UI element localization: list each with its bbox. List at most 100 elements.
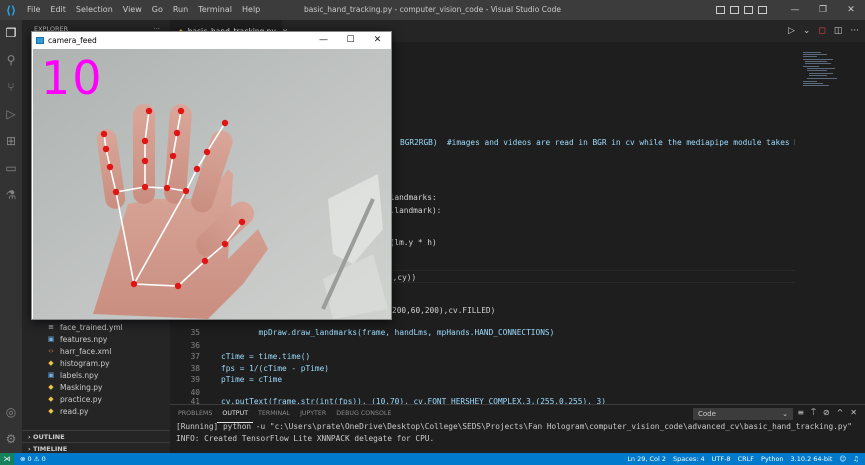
close-panel-icon[interactable]: ✕ [850, 408, 857, 418]
outline-label: OUTLINE [32, 432, 65, 441]
extensions-icon[interactable]: ⊞ [4, 134, 18, 148]
menu-file[interactable]: File [22, 0, 45, 20]
filter-list-icon[interactable]: ≡ [797, 408, 804, 418]
python-file-icon: ◆ [48, 407, 54, 415]
camera-frame: 10 [33, 49, 391, 319]
file-list: ≡ face_trained.yml ▣ features.npy ‹› harr_f… [22, 321, 170, 417]
file-item[interactable]: ◆ Masking.py [22, 381, 170, 393]
code-line: s.landmark): [385, 204, 441, 217]
file-item[interactable]: ≡ face_trained.yml [22, 321, 170, 333]
outline-section[interactable]: › OUTLINE [22, 430, 170, 442]
code-text: s.landmark): [385, 206, 442, 215]
file-name: practice.py [60, 394, 102, 404]
account-icon[interactable]: ◎ [4, 405, 18, 419]
window-maximize-button[interactable]: ❐ [809, 5, 837, 15]
menu-view[interactable]: View [118, 0, 147, 20]
python-interpreter[interactable]: 3.10.2 64-bit [791, 453, 833, 465]
end-of-line[interactable]: CRLF [738, 453, 754, 465]
menu-go[interactable]: Go [147, 0, 168, 20]
cursor-position[interactable]: Ln 29, Col 2 [627, 453, 666, 465]
status-bar: ⋊ ⊗ 0 ⚠ 0 Ln 29, Col 2 Spaces: 4 UTF-8 C… [0, 453, 865, 465]
xml-file-icon: ‹› [48, 347, 54, 355]
clear-output-icon[interactable]: ⊘ [823, 408, 830, 418]
menu-help[interactable]: Help [237, 0, 265, 20]
code-text: t(lm.y * h) [385, 238, 437, 247]
file-name: Masking.py [60, 382, 103, 392]
file-item[interactable]: ▣ features.npy [22, 333, 170, 345]
window-minimize-button[interactable]: — [781, 5, 809, 15]
run-debug-icon[interactable]: ▷ [4, 107, 18, 121]
camera-window-title: camera_feed [48, 36, 97, 45]
activity-bar: ❐ ⚲ ⑂ ▷ ⊞ ▭ ⚗ ◎ ⚙ [0, 20, 22, 453]
manage-gear-icon[interactable]: ⚙ [4, 432, 18, 446]
file-name: labels.npy [60, 370, 99, 380]
vscode-logo-icon: ⟨⟩ [5, 3, 17, 17]
notifications-bell-icon[interactable]: ♫ [853, 453, 859, 465]
remote-indicator-icon[interactable]: ⋊ [0, 453, 14, 465]
file-item[interactable]: ◆ read.py [22, 405, 170, 417]
camera-window-titlebar[interactable]: camera_feed — ☐ ✕ [32, 32, 391, 49]
tab-jupyter[interactable]: JUPYTER [295, 405, 331, 423]
python-file-icon: ◆ [48, 383, 54, 391]
file-name: read.py [60, 406, 89, 416]
toggle-panel-icon[interactable] [730, 6, 739, 14]
chevron-down-icon[interactable]: ⌄ [803, 26, 811, 36]
code-text: _landmarks: [385, 193, 437, 202]
run-python-file-icon[interactable]: ▷ [788, 26, 795, 36]
menu-bar: File Edit Selection View Go Run Terminal… [22, 0, 265, 20]
remote-explorer-icon[interactable]: ▭ [4, 161, 18, 175]
code-line: x,cy)) [388, 271, 416, 284]
camera-maximize-button[interactable]: ☐ [337, 32, 364, 49]
lock-icon[interactable]: ⍑ [811, 408, 816, 418]
file-item[interactable]: ◆ practice.py [22, 393, 170, 405]
tab-debug-console[interactable]: DEBUG CONSOLE [331, 405, 396, 423]
window-app-icon [36, 37, 44, 44]
source-control-icon[interactable]: ⑂ [4, 80, 18, 94]
code-text: 200,60,200),cv.FILLED) [392, 306, 496, 315]
customize-layout-icon[interactable] [758, 6, 767, 14]
python-file-icon: ◆ [48, 395, 54, 403]
toggle-secondary-sidebar-icon[interactable] [744, 6, 753, 14]
code-line: t(lm.y * h) [385, 236, 437, 249]
encoding[interactable]: UTF-8 [712, 453, 731, 465]
file-item[interactable]: ◆ histogram.py [22, 357, 170, 369]
npy-file-icon: ▣ [47, 335, 55, 343]
indentation[interactable]: Spaces: 4 [673, 453, 705, 465]
language-mode[interactable]: Python [761, 453, 784, 465]
maximize-panel-icon[interactable]: ^ [837, 408, 844, 418]
file-item[interactable]: ‹› harr_face.xml [22, 345, 170, 357]
feedback-icon[interactable]: ☺ [839, 453, 846, 465]
output-channel-select[interactable]: Code ⌄ [693, 408, 793, 420]
chevron-down-icon: ⌄ [782, 410, 788, 418]
window-close-button[interactable]: ✕ [837, 5, 865, 15]
file-name: histogram.py [60, 358, 110, 368]
code-line: BGR2RGB) #images and videos are read in … [400, 136, 808, 149]
explorer-icon[interactable]: ❐ [4, 26, 18, 40]
output-line: INFO: Created TensorFlow Lite XNNPACK de… [176, 434, 435, 443]
code-line: 200,60,200),cv.FILLED) [392, 304, 495, 317]
more-actions-icon[interactable]: ··· [850, 26, 859, 36]
search-icon[interactable]: ⚲ [4, 53, 18, 67]
camera-close-button[interactable]: ✕ [364, 32, 391, 49]
tab-output[interactable]: OUTPUT [217, 406, 254, 423]
menu-edit[interactable]: Edit [45, 0, 71, 20]
problems-count[interactable]: ⊗ 0 ⚠ 0 [20, 453, 46, 465]
title-bar: ⟨⟩ File Edit Selection View Go Run Termi… [0, 0, 865, 20]
menu-run[interactable]: Run [168, 0, 193, 20]
code-line: _landmarks: [385, 191, 437, 204]
testing-icon[interactable]: ⚗ [4, 188, 18, 202]
split-editor-icon[interactable]: ◫ [834, 26, 843, 36]
code-text: x,cy)) [388, 273, 417, 282]
camera-minimize-button[interactable]: — [310, 32, 337, 49]
camera-feed-window[interactable]: camera_feed — ☐ ✕ 10 [31, 31, 392, 320]
file-item[interactable]: ▣ labels.npy [22, 369, 170, 381]
toggle-sidebar-icon[interactable] [716, 6, 725, 14]
menu-selection[interactable]: Selection [71, 0, 118, 20]
menu-terminal[interactable]: Terminal [193, 0, 237, 20]
tab-terminal[interactable]: TERMINAL [253, 405, 295, 423]
yml-file-icon: ≡ [48, 323, 54, 331]
stop-icon[interactable]: ◻ [818, 26, 825, 36]
timeline-label: TIMELINE [32, 444, 68, 453]
tab-problems[interactable]: PROBLEMS [173, 405, 217, 423]
minimap[interactable] [795, 42, 865, 404]
